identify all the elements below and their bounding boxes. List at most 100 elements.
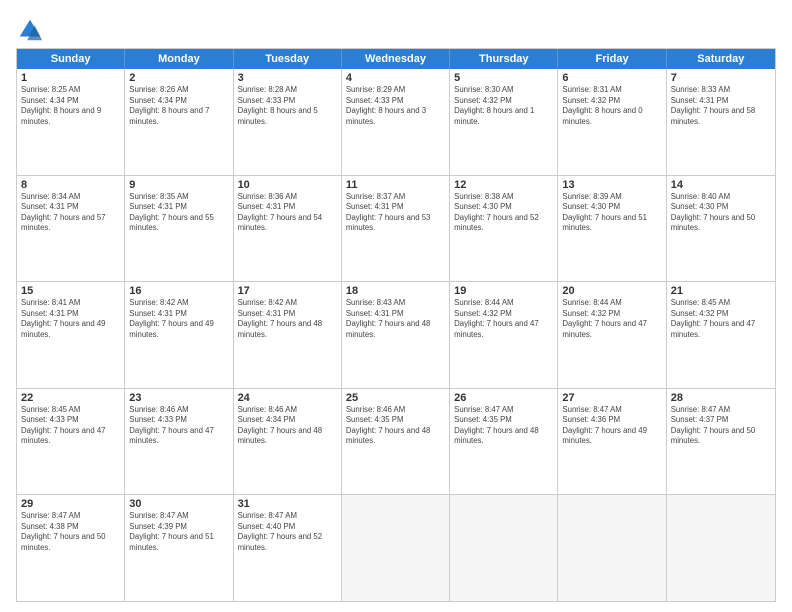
cell-info: Sunrise: 8:46 AMSunset: 4:33 PMDaylight:… <box>129 405 214 446</box>
calendar-cell: 14Sunrise: 8:40 AMSunset: 4:30 PMDayligh… <box>667 176 775 282</box>
calendar-cell: 11Sunrise: 8:37 AMSunset: 4:31 PMDayligh… <box>342 176 450 282</box>
day-number: 2 <box>129 72 228 84</box>
day-number: 10 <box>238 179 337 191</box>
calendar-week: 1Sunrise: 8:25 AMSunset: 4:34 PMDaylight… <box>17 69 775 175</box>
calendar: SundayMondayTuesdayWednesdayThursdayFrid… <box>16 48 776 602</box>
cell-info: Sunrise: 8:47 AMSunset: 4:36 PMDaylight:… <box>562 405 647 446</box>
day-number: 28 <box>671 392 771 404</box>
calendar-cell: 2Sunrise: 8:26 AMSunset: 4:34 PMDaylight… <box>125 69 233 175</box>
day-number: 17 <box>238 285 337 297</box>
calendar-cell <box>558 495 666 601</box>
cell-info: Sunrise: 8:47 AMSunset: 4:40 PMDaylight:… <box>238 511 323 552</box>
cell-info: Sunrise: 8:33 AMSunset: 4:31 PMDaylight:… <box>671 85 756 126</box>
calendar-week: 8Sunrise: 8:34 AMSunset: 4:31 PMDaylight… <box>17 175 775 282</box>
calendar-header-row: SundayMondayTuesdayWednesdayThursdayFrid… <box>17 49 775 69</box>
cell-info: Sunrise: 8:41 AMSunset: 4:31 PMDaylight:… <box>21 298 106 339</box>
cell-info: Sunrise: 8:30 AMSunset: 4:32 PMDaylight:… <box>454 85 534 126</box>
day-number: 23 <box>129 392 228 404</box>
calendar-cell: 16Sunrise: 8:42 AMSunset: 4:31 PMDayligh… <box>125 282 233 388</box>
page: SundayMondayTuesdayWednesdayThursdayFrid… <box>0 0 792 612</box>
day-number: 27 <box>562 392 661 404</box>
cell-info: Sunrise: 8:46 AMSunset: 4:34 PMDaylight:… <box>238 405 323 446</box>
cell-info: Sunrise: 8:34 AMSunset: 4:31 PMDaylight:… <box>21 192 106 233</box>
day-number: 3 <box>238 72 337 84</box>
calendar-header-cell: Sunday <box>17 49 125 69</box>
calendar-cell <box>342 495 450 601</box>
cell-info: Sunrise: 8:46 AMSunset: 4:35 PMDaylight:… <box>346 405 431 446</box>
calendar-cell <box>450 495 558 601</box>
calendar-cell: 17Sunrise: 8:42 AMSunset: 4:31 PMDayligh… <box>234 282 342 388</box>
cell-info: Sunrise: 8:38 AMSunset: 4:30 PMDaylight:… <box>454 192 539 233</box>
calendar-cell: 27Sunrise: 8:47 AMSunset: 4:36 PMDayligh… <box>558 389 666 495</box>
day-number: 8 <box>21 179 120 191</box>
calendar-week: 22Sunrise: 8:45 AMSunset: 4:33 PMDayligh… <box>17 388 775 495</box>
calendar-header-cell: Tuesday <box>234 49 342 69</box>
calendar-cell: 20Sunrise: 8:44 AMSunset: 4:32 PMDayligh… <box>558 282 666 388</box>
calendar-cell: 26Sunrise: 8:47 AMSunset: 4:35 PMDayligh… <box>450 389 558 495</box>
calendar-week: 29Sunrise: 8:47 AMSunset: 4:38 PMDayligh… <box>17 494 775 601</box>
cell-info: Sunrise: 8:28 AMSunset: 4:33 PMDaylight:… <box>238 85 318 126</box>
calendar-header-cell: Thursday <box>450 49 558 69</box>
day-number: 20 <box>562 285 661 297</box>
cell-info: Sunrise: 8:29 AMSunset: 4:33 PMDaylight:… <box>346 85 426 126</box>
day-number: 21 <box>671 285 771 297</box>
cell-info: Sunrise: 8:37 AMSunset: 4:31 PMDaylight:… <box>346 192 431 233</box>
day-number: 14 <box>671 179 771 191</box>
day-number: 5 <box>454 72 553 84</box>
calendar-cell: 5Sunrise: 8:30 AMSunset: 4:32 PMDaylight… <box>450 69 558 175</box>
cell-info: Sunrise: 8:26 AMSunset: 4:34 PMDaylight:… <box>129 85 209 126</box>
calendar-cell: 13Sunrise: 8:39 AMSunset: 4:30 PMDayligh… <box>558 176 666 282</box>
day-number: 12 <box>454 179 553 191</box>
day-number: 29 <box>21 498 120 510</box>
calendar-header-cell: Friday <box>558 49 666 69</box>
cell-info: Sunrise: 8:47 AMSunset: 4:35 PMDaylight:… <box>454 405 539 446</box>
cell-info: Sunrise: 8:35 AMSunset: 4:31 PMDaylight:… <box>129 192 214 233</box>
logo <box>16 16 48 44</box>
calendar-cell: 22Sunrise: 8:45 AMSunset: 4:33 PMDayligh… <box>17 389 125 495</box>
calendar-cell: 15Sunrise: 8:41 AMSunset: 4:31 PMDayligh… <box>17 282 125 388</box>
day-number: 6 <box>562 72 661 84</box>
day-number: 1 <box>21 72 120 84</box>
calendar-cell: 30Sunrise: 8:47 AMSunset: 4:39 PMDayligh… <box>125 495 233 601</box>
day-number: 16 <box>129 285 228 297</box>
calendar-cell: 23Sunrise: 8:46 AMSunset: 4:33 PMDayligh… <box>125 389 233 495</box>
calendar-header-cell: Monday <box>125 49 233 69</box>
cell-info: Sunrise: 8:47 AMSunset: 4:39 PMDaylight:… <box>129 511 214 552</box>
day-number: 15 <box>21 285 120 297</box>
calendar-cell: 7Sunrise: 8:33 AMSunset: 4:31 PMDaylight… <box>667 69 775 175</box>
calendar-cell: 8Sunrise: 8:34 AMSunset: 4:31 PMDaylight… <box>17 176 125 282</box>
calendar-cell: 24Sunrise: 8:46 AMSunset: 4:34 PMDayligh… <box>234 389 342 495</box>
calendar-cell: 4Sunrise: 8:29 AMSunset: 4:33 PMDaylight… <box>342 69 450 175</box>
calendar-body: 1Sunrise: 8:25 AMSunset: 4:34 PMDaylight… <box>17 69 775 601</box>
calendar-cell: 25Sunrise: 8:46 AMSunset: 4:35 PMDayligh… <box>342 389 450 495</box>
cell-info: Sunrise: 8:43 AMSunset: 4:31 PMDaylight:… <box>346 298 431 339</box>
calendar-cell: 10Sunrise: 8:36 AMSunset: 4:31 PMDayligh… <box>234 176 342 282</box>
calendar-cell: 12Sunrise: 8:38 AMSunset: 4:30 PMDayligh… <box>450 176 558 282</box>
day-number: 24 <box>238 392 337 404</box>
calendar-cell: 9Sunrise: 8:35 AMSunset: 4:31 PMDaylight… <box>125 176 233 282</box>
cell-info: Sunrise: 8:47 AMSunset: 4:37 PMDaylight:… <box>671 405 756 446</box>
day-number: 13 <box>562 179 661 191</box>
cell-info: Sunrise: 8:36 AMSunset: 4:31 PMDaylight:… <box>238 192 323 233</box>
calendar-cell: 19Sunrise: 8:44 AMSunset: 4:32 PMDayligh… <box>450 282 558 388</box>
cell-info: Sunrise: 8:39 AMSunset: 4:30 PMDaylight:… <box>562 192 647 233</box>
day-number: 11 <box>346 179 445 191</box>
day-number: 30 <box>129 498 228 510</box>
logo-icon <box>16 16 44 44</box>
calendar-cell: 3Sunrise: 8:28 AMSunset: 4:33 PMDaylight… <box>234 69 342 175</box>
day-number: 18 <box>346 285 445 297</box>
cell-info: Sunrise: 8:42 AMSunset: 4:31 PMDaylight:… <box>129 298 214 339</box>
cell-info: Sunrise: 8:44 AMSunset: 4:32 PMDaylight:… <box>454 298 539 339</box>
calendar-cell <box>667 495 775 601</box>
day-number: 9 <box>129 179 228 191</box>
cell-info: Sunrise: 8:42 AMSunset: 4:31 PMDaylight:… <box>238 298 323 339</box>
cell-info: Sunrise: 8:45 AMSunset: 4:33 PMDaylight:… <box>21 405 106 446</box>
calendar-cell: 21Sunrise: 8:45 AMSunset: 4:32 PMDayligh… <box>667 282 775 388</box>
cell-info: Sunrise: 8:47 AMSunset: 4:38 PMDaylight:… <box>21 511 106 552</box>
cell-info: Sunrise: 8:31 AMSunset: 4:32 PMDaylight:… <box>562 85 642 126</box>
calendar-cell: 28Sunrise: 8:47 AMSunset: 4:37 PMDayligh… <box>667 389 775 495</box>
calendar-header-cell: Wednesday <box>342 49 450 69</box>
cell-info: Sunrise: 8:44 AMSunset: 4:32 PMDaylight:… <box>562 298 647 339</box>
cell-info: Sunrise: 8:40 AMSunset: 4:30 PMDaylight:… <box>671 192 756 233</box>
day-number: 22 <box>21 392 120 404</box>
